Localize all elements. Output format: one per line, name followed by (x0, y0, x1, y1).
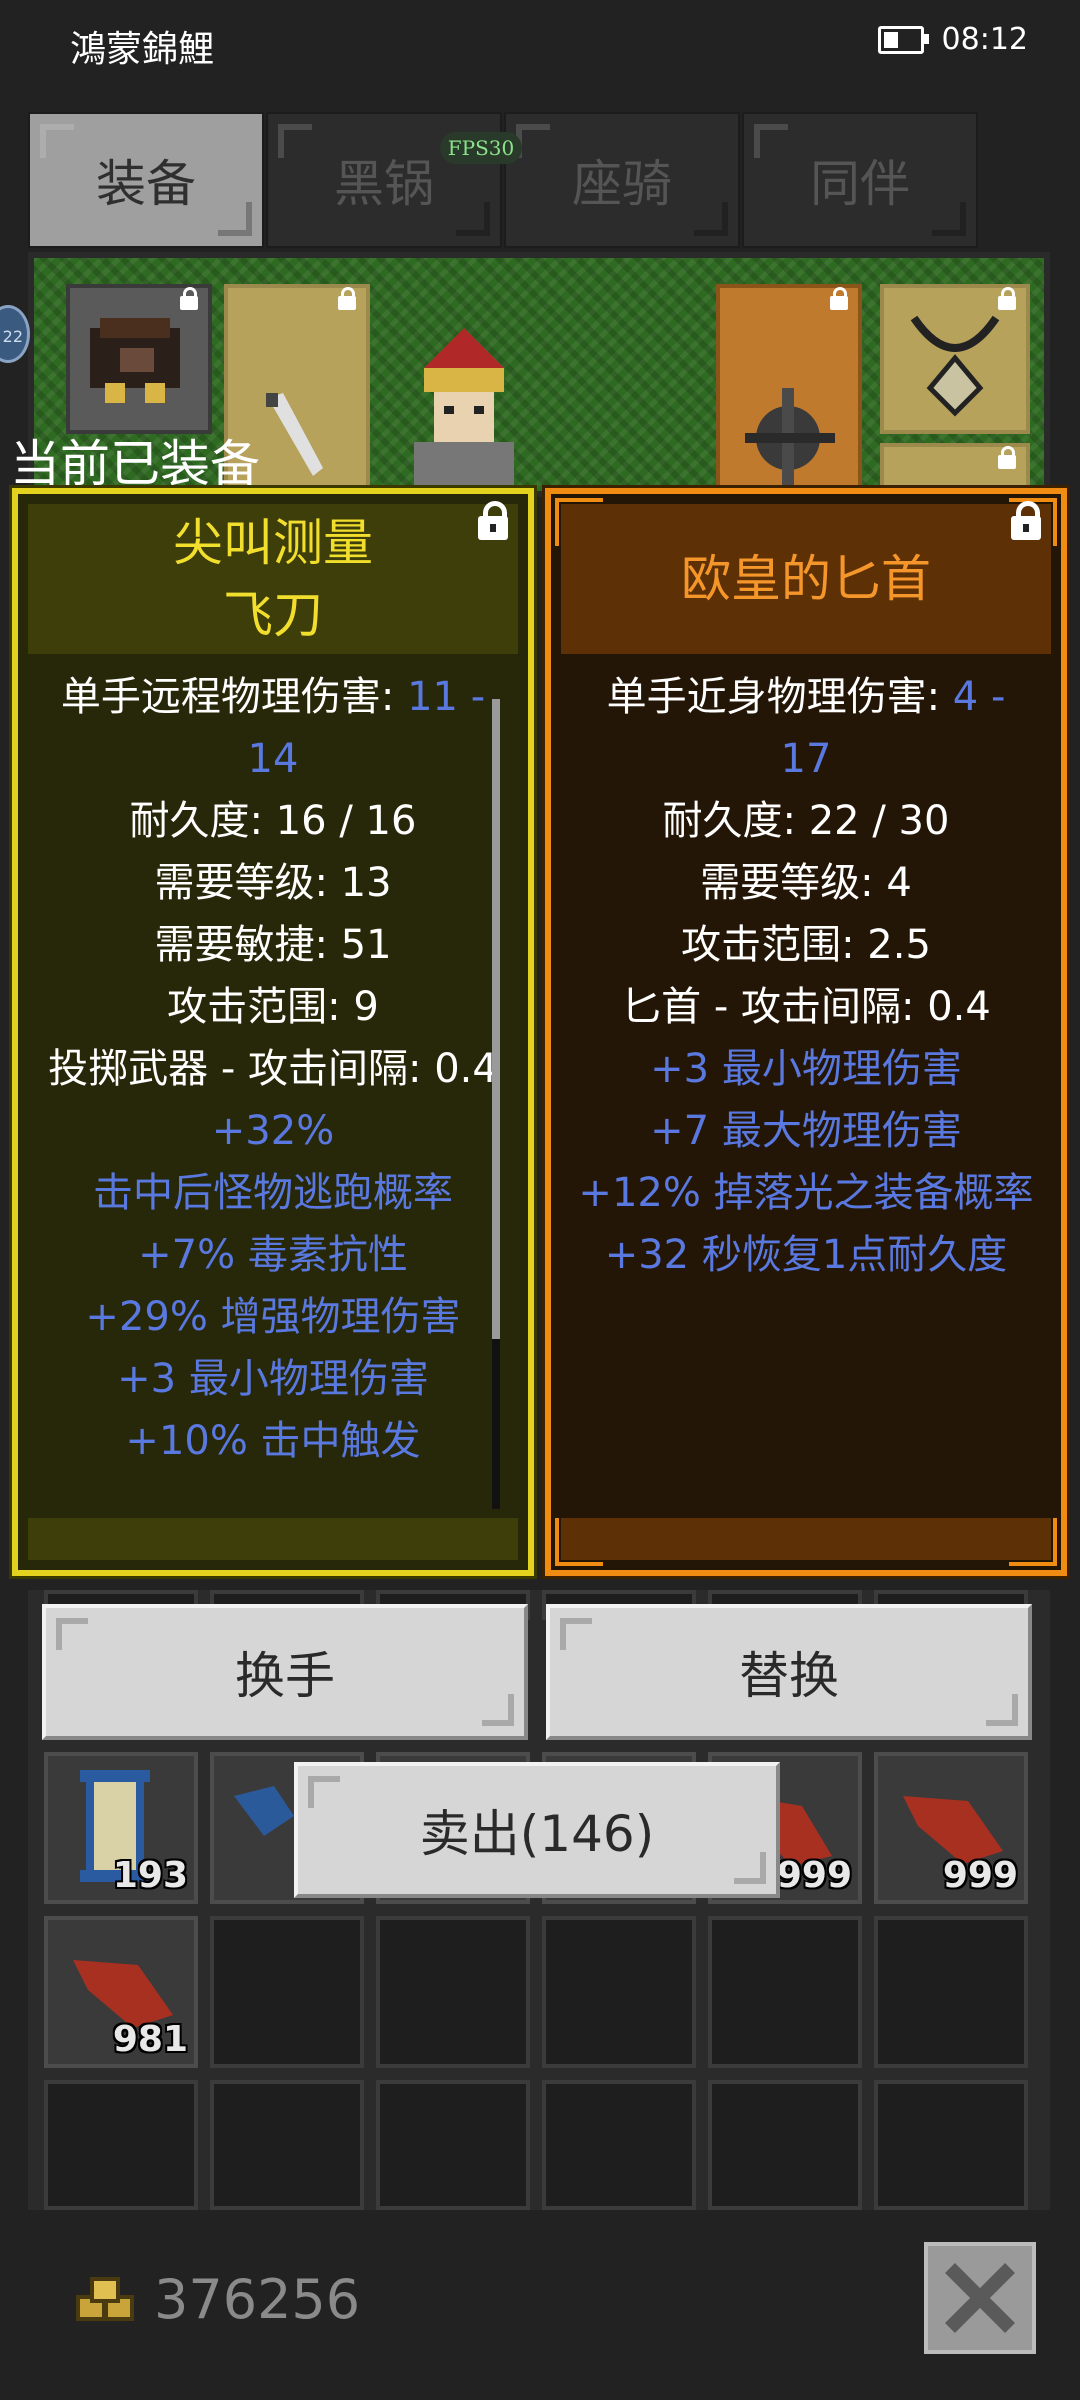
tab-equipment[interactable]: 装备 (28, 112, 264, 248)
tab-label: 装备 (96, 155, 196, 213)
sell-button[interactable]: 卖出(146) (294, 1762, 780, 1898)
inventory-cell[interactable] (708, 1916, 862, 2068)
inventory-cell[interactable] (376, 2080, 530, 2210)
fps-counter: FPS30 (440, 132, 522, 164)
inventory-cell[interactable] (376, 1916, 530, 2068)
lock-icon (830, 287, 848, 310)
item-card-header: 欧皇的匕首 (561, 504, 1051, 654)
lock-icon (180, 287, 198, 310)
inventory-cell[interactable] (874, 1916, 1028, 2068)
gold-amount: 376256 (154, 2268, 361, 2331)
stat-line: +29% 增强物理伤害 (85, 1294, 461, 1340)
status-carrier: 鴻蒙錦鯉 (70, 29, 215, 70)
button-label: 替换 (739, 1647, 839, 1705)
stat-line: 单手近身物理伤害: 4 - (571, 666, 1041, 728)
button-label: 换手 (235, 1647, 335, 1705)
stat-line: 17 (780, 736, 832, 782)
stat-line: 击中后怪物逃跑概率 (93, 1170, 453, 1216)
stat-line: 需要敏捷: 51 (154, 922, 392, 968)
swap-hand-button[interactable]: 换手 (42, 1604, 528, 1740)
inventory-cell[interactable] (44, 2080, 198, 2210)
stat-line: 需要等级: 4 (700, 860, 912, 906)
replace-button[interactable]: 替换 (546, 1604, 1032, 1740)
gold-icon (76, 2277, 134, 2321)
stat-line: +7% 毒素抗性 (138, 1232, 408, 1278)
item-title-line2: 飞刀 (223, 586, 323, 644)
inventory-cell[interactable] (210, 1916, 364, 2068)
battery-icon (877, 25, 929, 54)
inventory-cell[interactable]: 193 (44, 1752, 198, 1904)
inventory-cell[interactable] (542, 2080, 696, 2210)
status-time: 08:12 (941, 22, 1028, 57)
stat-line: +32% (211, 1108, 335, 1154)
stat-line: +32 秒恢复1点耐久度 (604, 1232, 1008, 1278)
item-card-candidate: 尖叫测量 飞刀 单手远程物理伤害: 11 - 14 耐久度: 16 / 16 需… (9, 485, 537, 1579)
item-stats[interactable]: 单手远程物理伤害: 11 - 14 耐久度: 16 / 16 需要等级: 13 … (38, 666, 508, 1510)
inventory-cell[interactable] (874, 2080, 1028, 2210)
item-title: 欧皇的匕首 (681, 550, 931, 608)
item-card-footer (561, 1518, 1051, 1560)
stat-line: +7 最大物理伤害 (650, 1108, 962, 1154)
inventory-cell[interactable]: 999 (874, 1752, 1028, 1904)
amulet-slot[interactable] (880, 284, 1030, 434)
item-count: 981 (112, 2019, 188, 2060)
current-equipped-label: 当前已装备 (10, 435, 260, 493)
stats-scrollbar[interactable] (492, 699, 500, 1509)
tab-companion[interactable]: 同伴 (742, 112, 978, 248)
item-stats[interactable]: 单手近身物理伤害: 4 - 17 耐久度: 22 / 30 需要等级: 4 攻击… (571, 666, 1041, 1510)
stat-line: 攻击范围: 9 (167, 984, 379, 1030)
item-card-footer (28, 1518, 518, 1560)
stat-line: 攻击范围: 2.5 (681, 922, 931, 968)
stat-line: +3 最小物理伤害 (117, 1356, 429, 1402)
stat-line: 耐久度: 22 / 30 (662, 798, 950, 844)
tab-label: 同伴 (810, 155, 910, 213)
stat-text: 单手近身物理伤害: (606, 674, 953, 720)
hero-icon (414, 328, 514, 508)
spiked-mace-icon (745, 388, 835, 488)
stat-text: 单手远程物理伤害: (60, 674, 408, 720)
offhand-slot[interactable] (716, 284, 862, 504)
lock-icon (338, 287, 356, 310)
stat-line: 耐久度: 16 / 16 (129, 798, 417, 844)
stat-line: 匕首 - 攻击间隔: 0.4 (621, 984, 991, 1030)
stat-line: 需要等级: 13 (154, 860, 392, 906)
item-count: 999 (942, 1855, 1018, 1896)
inventory-cell[interactable]: 981 (44, 1916, 198, 2068)
tab-label: 黑锅 (334, 155, 434, 213)
stat-line: +12% 掉落光之装备概率 (578, 1170, 1034, 1216)
inventory-cell[interactable] (542, 1916, 696, 2068)
inventory-cell[interactable] (210, 2080, 364, 2210)
inventory-cell[interactable] (708, 2080, 862, 2210)
tab-label: 座骑 (572, 155, 672, 213)
stat-line: 单手远程物理伤害: 11 - (38, 666, 508, 728)
lock-icon (998, 446, 1016, 469)
close-icon (945, 2263, 1015, 2333)
stat-line: +10% 击中触发 (125, 1418, 421, 1464)
status-right: 08:12 (877, 22, 1028, 57)
stat-value: 4 - (952, 674, 1006, 720)
stat-line: 14 (247, 736, 299, 782)
tab-mount[interactable]: 座骑 (504, 112, 740, 248)
item-card-equipped: 欧皇的匕首 单手近身物理伤害: 4 - 17 耐久度: 22 / 30 需要等级… (542, 485, 1070, 1579)
lock-icon (998, 287, 1016, 310)
stat-line: +3 最小物理伤害 (650, 1046, 962, 1092)
close-button[interactable] (924, 2242, 1036, 2354)
stat-value: 11 - (407, 674, 486, 720)
lock-icon[interactable] (1011, 501, 1041, 540)
item-count: 193 (112, 1855, 188, 1896)
lock-icon[interactable] (478, 501, 508, 540)
item-card-header: 尖叫测量 飞刀 (28, 504, 518, 654)
item-count: 999 (776, 1855, 852, 1896)
stat-line: 投掷武器 - 攻击间隔: 0.4 (48, 1046, 498, 1092)
helmet-slot[interactable] (66, 284, 212, 434)
side-badge[interactable]: 22 (0, 305, 30, 363)
item-title-line1: 尖叫测量 (173, 514, 373, 572)
button-label: 卖出(146) (419, 1805, 655, 1863)
